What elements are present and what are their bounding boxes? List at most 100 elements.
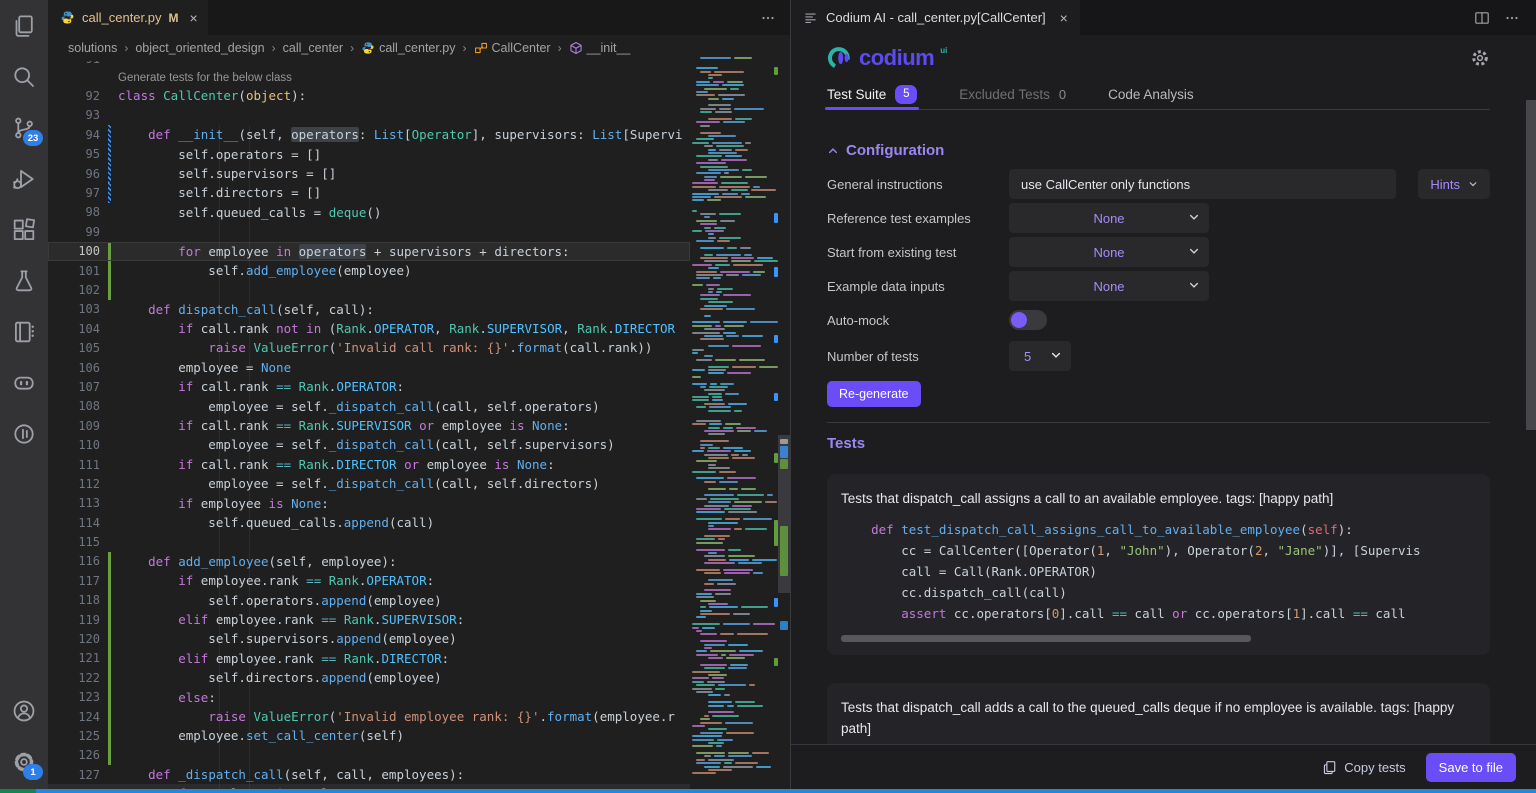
testing-icon bbox=[12, 269, 36, 293]
code-line-114[interactable]: 114 self.queued_calls.append(call) bbox=[48, 513, 690, 532]
number-of-tests-select[interactable]: 5 bbox=[1009, 341, 1071, 371]
editor-more-actions[interactable] bbox=[760, 0, 790, 35]
panel-tab-codium-ai[interactable]: Codium AI - call_center.py[CallCenter] × bbox=[791, 0, 1080, 35]
activity-extensions-icon[interactable] bbox=[0, 204, 48, 255]
code-line-115[interactable]: 115 bbox=[48, 532, 690, 551]
panel-more-actions[interactable] bbox=[1504, 10, 1520, 26]
tab-excluded-tests[interactable]: Excluded Tests 0 bbox=[959, 79, 1066, 109]
activity-copilot-icon[interactable] bbox=[0, 357, 48, 408]
code-line-102[interactable]: 102 bbox=[48, 280, 690, 299]
code-line-101[interactable]: 101 self.add_employee(employee) bbox=[48, 261, 690, 280]
activity-run-debug-icon[interactable] bbox=[0, 153, 48, 204]
code-line-118[interactable]: 118 self.operators.append(employee) bbox=[48, 591, 690, 610]
code-line-109[interactable]: 109 if call.rank == Rank.SUPERVISOR or e… bbox=[48, 416, 690, 435]
codium-logo-sup: ui bbox=[940, 46, 947, 55]
code-line-93[interactable]: 93 bbox=[48, 106, 690, 125]
code-line-96[interactable]: 96 self.supervisors = [] bbox=[48, 164, 690, 183]
panel-scrollbar-thumb[interactable] bbox=[1526, 100, 1536, 430]
gear-icon[interactable] bbox=[1470, 48, 1490, 68]
editor-tab-close-icon[interactable]: × bbox=[190, 10, 198, 26]
breadcrumb-item-call_center.py[interactable]: call_center.py bbox=[361, 41, 455, 55]
codelens-generate-tests[interactable]: Generate tests for the below class bbox=[48, 68, 690, 86]
copy-tests-button[interactable]: Copy tests bbox=[1322, 760, 1405, 775]
save-to-file-button[interactable]: Save to file bbox=[1426, 753, 1516, 782]
line-number: 92 bbox=[48, 89, 100, 103]
activity-source-control-icon[interactable]: 23 bbox=[0, 102, 48, 153]
editor-tab-call-center[interactable]: call_center.py M × bbox=[48, 0, 208, 35]
code-line-121[interactable]: 121 elif employee.rank == Rank.DIRECTOR: bbox=[48, 649, 690, 668]
code-line-95[interactable]: 95 self.operators = [] bbox=[48, 145, 690, 164]
code-line-123[interactable]: 123 else: bbox=[48, 688, 690, 707]
minimap[interactable] bbox=[690, 57, 778, 793]
tab-test-suite[interactable]: Test Suite 5 bbox=[827, 79, 917, 109]
activity-account-icon[interactable] bbox=[0, 685, 48, 736]
code-line-100[interactable]: 100 for employee in operators + supervis… bbox=[48, 242, 690, 261]
modified-indicator: M bbox=[169, 11, 179, 25]
code-line-127[interactable]: 127 def _dispatch_call(self, call, emplo… bbox=[48, 765, 690, 784]
breadcrumb-separator: › bbox=[558, 41, 562, 55]
regenerate-button[interactable]: Re-generate bbox=[827, 381, 921, 407]
code-line-125[interactable]: 125 employee.set_call_center(self) bbox=[48, 726, 690, 745]
gutter bbox=[108, 532, 111, 551]
code-line-113[interactable]: 113 if employee is None: bbox=[48, 494, 690, 513]
auto-mock-toggle[interactable] bbox=[1009, 310, 1047, 330]
line-number: 99 bbox=[48, 225, 100, 239]
activity-search-icon[interactable] bbox=[0, 51, 48, 102]
code-line-104[interactable]: 104 if call.rank not in (Rank.OPERATOR, … bbox=[48, 319, 690, 338]
badge: 23 bbox=[23, 130, 43, 146]
tab-code-analysis[interactable]: Code Analysis bbox=[1108, 79, 1194, 109]
split-editor-icon[interactable] bbox=[1474, 10, 1490, 26]
horizontal-scrollbar-thumb[interactable] bbox=[841, 635, 1251, 642]
activity-explorer-icon[interactable] bbox=[0, 0, 48, 51]
code-line-126[interactable]: 126 bbox=[48, 746, 690, 765]
code-line-108[interactable]: 108 employee = self._dispatch_call(call,… bbox=[48, 397, 690, 416]
breadcrumb-item-__init__[interactable]: __init__ bbox=[569, 41, 631, 55]
code-line-92[interactable]: 92class CallCenter(object): bbox=[48, 86, 690, 105]
activity-testing-icon[interactable] bbox=[0, 255, 48, 306]
breadcrumb-item-object_oriented_design[interactable]: object_oriented_design bbox=[135, 41, 264, 55]
activity-codium-icon[interactable] bbox=[0, 408, 48, 459]
codium-logo[interactable]: codium ui bbox=[827, 45, 947, 71]
code-line-103[interactable]: 103 def dispatch_call(self, call): bbox=[48, 300, 690, 319]
breadcrumb-item-call_center[interactable]: call_center bbox=[283, 41, 343, 55]
code-line-105[interactable]: 105 raise ValueError('Invalid call rank:… bbox=[48, 338, 690, 357]
overview-ruler[interactable] bbox=[778, 35, 790, 793]
activity-notebook-icon[interactable] bbox=[0, 306, 48, 357]
panel-tab-close-icon[interactable]: × bbox=[1060, 10, 1068, 26]
breadcrumb-item-solutions[interactable]: solutions bbox=[68, 41, 117, 55]
code-line-116[interactable]: 116 def add_employee(self, employee): bbox=[48, 552, 690, 571]
code-line-122[interactable]: 122 self.directors.append(employee) bbox=[48, 668, 690, 687]
code-line-98[interactable]: 98 self.queued_calls = deque() bbox=[48, 203, 690, 222]
code-line-117[interactable]: 117 if employee.rank == Rank.OPERATOR: bbox=[48, 571, 690, 590]
code-line-112[interactable]: 112 employee = self._dispatch_call(call,… bbox=[48, 474, 690, 493]
general-instructions-input[interactable] bbox=[1009, 169, 1396, 199]
code-line-97[interactable]: 97 self.directors = [] bbox=[48, 183, 690, 202]
activity-settings-icon[interactable]: 1 bbox=[0, 736, 48, 787]
test-suite-count-badge: 5 bbox=[895, 85, 917, 104]
code-line-99[interactable]: 99 bbox=[48, 222, 690, 241]
code-line-110[interactable]: 110 employee = self._dispatch_call(call,… bbox=[48, 435, 690, 454]
test-card-2[interactable]: Tests that dispatch_call adds a call to … bbox=[827, 683, 1490, 748]
start-from-existing-test-select[interactable]: None bbox=[1009, 237, 1209, 267]
code-line-107[interactable]: 107 if call.rank == Rank.OPERATOR: bbox=[48, 377, 690, 396]
code-line-124[interactable]: 124 raise ValueError('Invalid employee r… bbox=[48, 707, 690, 726]
test-card-1[interactable]: Tests that dispatch_call assigns a call … bbox=[827, 474, 1490, 655]
code-line-111[interactable]: 111 if call.rank == Rank.DIRECTOR or emp… bbox=[48, 455, 690, 474]
panel-tabs: Test Suite 5 Excluded Tests 0 Code Analy… bbox=[827, 79, 1490, 110]
chevron-down-icon bbox=[1468, 179, 1478, 189]
gutter-added-marker bbox=[108, 591, 111, 610]
line-number: 112 bbox=[48, 477, 100, 491]
code-line-120[interactable]: 120 self.supervisors.append(employee) bbox=[48, 629, 690, 648]
code-line-94[interactable]: 94 def __init__(self, operators: List[Op… bbox=[48, 125, 690, 144]
reference-test-examples-select[interactable]: None bbox=[1009, 203, 1209, 233]
gutter bbox=[108, 765, 111, 784]
code-line-106[interactable]: 106 employee = None bbox=[48, 358, 690, 377]
breadcrumb-item-CallCenter[interactable]: CallCenter bbox=[474, 41, 551, 55]
line-number: 125 bbox=[48, 729, 100, 743]
code-editor[interactable]: 91Generate tests for the below class92cl… bbox=[48, 49, 690, 793]
example-data-inputs-select[interactable]: None bbox=[1009, 271, 1209, 301]
example-data-inputs-value: None bbox=[1093, 279, 1124, 294]
code-line-119[interactable]: 119 elif employee.rank == Rank.SUPERVISO… bbox=[48, 610, 690, 629]
configuration-section-header[interactable]: Configuration bbox=[827, 142, 1490, 159]
hints-button[interactable]: Hints bbox=[1418, 169, 1490, 199]
